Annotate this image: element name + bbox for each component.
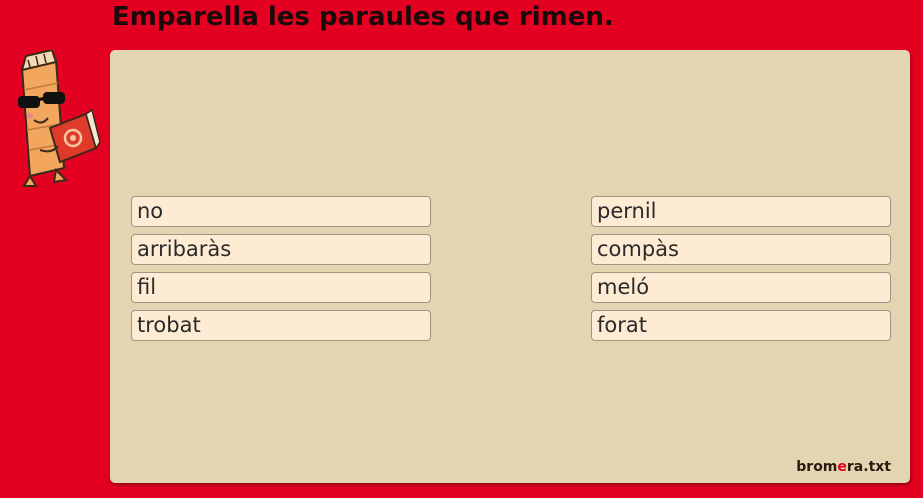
activity-page: Emparella les paraules que rimen. no arr… bbox=[0, 0, 923, 498]
right-word-item[interactable]: meló bbox=[591, 272, 891, 303]
brand-accent: e bbox=[837, 459, 847, 475]
matching-panel: no arribaràs fil trobat pernil compàs me… bbox=[110, 50, 910, 483]
pencil-reading-book-icon bbox=[18, 50, 101, 187]
left-word-column: no arribaràs fil trobat bbox=[131, 196, 431, 348]
right-word-item[interactable]: pernil bbox=[591, 196, 891, 227]
right-word-item[interactable]: compàs bbox=[591, 234, 891, 265]
bromera-logo: bromera.txt bbox=[796, 459, 891, 475]
instruction-title: Emparella les paraules que rimen. bbox=[112, 2, 614, 32]
brand-part2: ra.txt bbox=[846, 459, 891, 475]
left-word-item[interactable]: arribaràs bbox=[131, 234, 431, 265]
brand-part1: brom bbox=[796, 459, 838, 475]
right-word-item[interactable]: forat bbox=[591, 310, 891, 341]
left-word-item[interactable]: trobat bbox=[131, 310, 431, 341]
left-word-item[interactable]: no bbox=[131, 196, 431, 227]
left-word-item[interactable]: fil bbox=[131, 272, 431, 303]
right-word-column: pernil compàs meló forat bbox=[591, 196, 891, 348]
